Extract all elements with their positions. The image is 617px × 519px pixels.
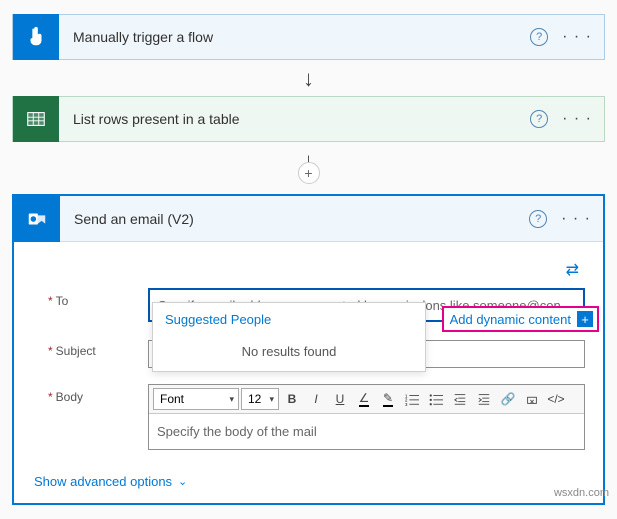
arrow-down-icon: ↓ [12,60,605,96]
numlist-button[interactable]: 123 [401,388,423,410]
clear-button[interactable] [521,388,543,410]
editor-toolbar: Font▾ 12▾ B I U ∠ ✎ 123 🔗 </> [149,385,584,414]
body-input[interactable]: Specify the body of the mail [149,414,584,449]
italic-button[interactable]: I [305,388,327,410]
help-icon[interactable]: ? [530,28,548,46]
to-label: To [48,288,148,308]
body-row: Body Font▾ 12▾ B I U ∠ ✎ 123 🔗 </> [54,384,585,450]
chevron-down-icon: ⌄ [178,475,187,488]
more-icon[interactable]: · · · [561,210,591,228]
excel-icon [13,96,59,142]
font-select[interactable]: Font▾ [153,388,239,410]
fontcolor-button[interactable]: ∠ [353,388,375,410]
step-title: Manually trigger a flow [59,29,530,45]
more-icon[interactable]: · · · [562,110,592,128]
subject-label: Subject [48,338,148,358]
fontsize-select[interactable]: 12▾ [241,388,279,410]
help-icon[interactable]: ? [529,210,547,228]
suggested-people-panel: Suggested People No results found [152,302,426,372]
watermark: wsxdn.com [554,487,609,499]
add-step-button[interactable]: + [298,162,320,184]
bulletlist-button[interactable] [425,388,447,410]
step-email-header[interactable]: Send an email (V2) ? · · · [14,196,603,242]
underline-button[interactable]: U [329,388,351,410]
more-icon[interactable]: · · · [562,28,592,46]
step-trigger[interactable]: Manually trigger a flow ? · · · [12,14,605,60]
suggested-people-header: Suggested People [153,303,425,334]
no-results-text: No results found [153,334,425,371]
outdent-button[interactable] [449,388,471,410]
touch-icon [13,14,59,60]
swap-connection-icon[interactable]: ⇄ [54,256,585,288]
body-label: Body [48,384,148,404]
plus-icon: + [577,311,593,327]
svg-text:3: 3 [405,402,408,406]
add-dynamic-content-link[interactable]: Add dynamic content + [442,306,599,332]
step-title: Send an email (V2) [60,211,529,227]
codeview-button[interactable]: </> [545,388,567,410]
step-title: List rows present in a table [59,111,530,127]
step-listrows[interactable]: List rows present in a table ? · · · [12,96,605,142]
help-icon[interactable]: ? [530,110,548,128]
highlight-button[interactable]: ✎ [377,388,399,410]
outlook-icon [14,196,60,242]
link-button[interactable]: 🔗 [497,388,519,410]
indent-button[interactable] [473,388,495,410]
bold-button[interactable]: B [281,388,303,410]
body-editor: Font▾ 12▾ B I U ∠ ✎ 123 🔗 </> Specify [148,384,585,450]
show-advanced-link[interactable]: Show advanced options ⌄ [34,470,585,489]
